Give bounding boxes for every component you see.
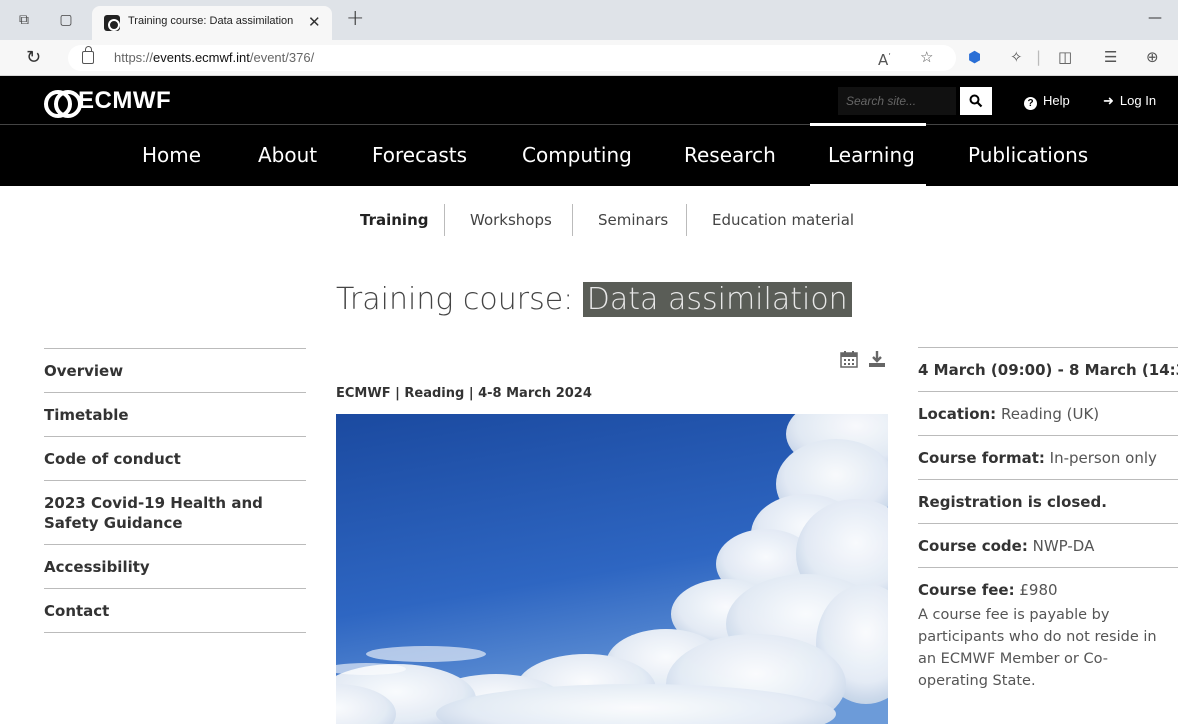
nav-active-indicator-bottom: [810, 184, 926, 187]
tab-title: Training course: Data assimilation: [128, 15, 294, 27]
tab-actions-icon[interactable]: ▢: [58, 12, 74, 28]
sidebar-item-overview[interactable]: Overview: [44, 348, 306, 392]
extensions-icon[interactable]: ✧: [1010, 48, 1023, 66]
favorites-list-icon[interactable]: ☰: [1104, 48, 1117, 66]
course-fee: Course fee: £980: [918, 567, 1178, 604]
subnav-divider: [572, 204, 573, 236]
subnav-item-education-material[interactable]: Education material: [712, 211, 854, 229]
course-format: Course format: In-person only: [918, 435, 1178, 479]
page-title: Training course: Data assimilation: [336, 282, 852, 317]
main-navigation: Home About Forecasts Computing Research …: [0, 123, 1178, 187]
course-code: Course code: NWP-DA: [918, 523, 1178, 567]
logo-text: ECMWF: [78, 87, 172, 114]
toolbar-divider: |: [1036, 48, 1042, 66]
sidebar-item-accessibility[interactable]: Accessibility: [44, 544, 306, 588]
favorite-star-icon[interactable]: ☆: [920, 48, 933, 66]
help-question-icon: ?: [1024, 97, 1037, 110]
browser-address-bar: ↻ https://events.ecmwf.int/event/376/ Aʼ…: [0, 40, 1178, 76]
subnav-item-workshops[interactable]: Workshops: [470, 211, 552, 229]
sidebar-item-contact[interactable]: Contact: [44, 588, 306, 632]
nav-item-forecasts[interactable]: Forecasts: [372, 143, 467, 167]
search-button[interactable]: [960, 87, 992, 115]
login-arrow-icon: ➜: [1103, 93, 1114, 108]
registration-status: Registration is closed.: [918, 479, 1178, 523]
sidebar-item-covid-guidance[interactable]: 2023 Covid-19 Health and Safety Guidance: [44, 480, 306, 544]
course-fee-note: A course fee is payable by participants …: [918, 607, 1157, 689]
collections-icon[interactable]: ⊕: [1146, 48, 1159, 66]
lock-icon[interactable]: [82, 46, 94, 64]
ecmwf-favicon-icon: [104, 15, 120, 31]
login-link[interactable]: ➜ Log In: [1103, 93, 1156, 109]
read-aloud-icon[interactable]: Aʼ: [878, 48, 891, 69]
nav-item-learning[interactable]: Learning: [828, 143, 915, 167]
url-text[interactable]: https://events.ecmwf.int/event/376/: [114, 50, 314, 65]
event-location: Location: Reading (UK): [918, 391, 1178, 435]
hero-image-clouds: [336, 414, 888, 724]
sub-navigation: Training Workshops Seminars Education ma…: [0, 202, 1178, 238]
workspaces-icon[interactable]: ⧉: [16, 12, 32, 28]
nav-item-research[interactable]: Research: [684, 143, 776, 167]
subnav-item-training[interactable]: Training: [360, 211, 428, 229]
ecmwf-logo-mark-icon: [44, 90, 82, 118]
split-screen-icon[interactable]: ◫: [1058, 48, 1072, 66]
subnav-item-seminars[interactable]: Seminars: [598, 211, 668, 229]
minimize-window-icon[interactable]: —: [1148, 10, 1162, 26]
page-title-highlight: Data assimilation: [582, 282, 852, 317]
site-header: ECMWF ?Help ➜Log In: [0, 76, 1178, 124]
nav-active-indicator-top: [810, 123, 926, 126]
nav-item-about[interactable]: About: [258, 143, 317, 167]
close-tab-icon[interactable]: ✕: [308, 13, 321, 31]
event-sidebar-menu: Overview Timetable Code of conduct 2023 …: [44, 348, 306, 633]
sidebar-item-timetable[interactable]: Timetable: [44, 392, 306, 436]
cloud-sky-image: [336, 414, 888, 724]
extension-shield-icon[interactable]: ⬢: [968, 48, 981, 66]
browser-tab-active[interactable]: Training course: Data assimilation ✕: [92, 6, 332, 40]
event-summary: ECMWF | Reading | 4-8 March 2024: [336, 386, 592, 401]
nav-item-computing[interactable]: Computing: [522, 143, 632, 167]
nav-item-home[interactable]: Home: [142, 143, 201, 167]
site-search-input[interactable]: [838, 87, 956, 115]
event-info-panel: 4 March (09:00) - 8 March (14:30) Locati…: [918, 347, 1178, 692]
browser-tab-bar: ⧉ ▢ Training course: Data assimilation ✕…: [0, 0, 1178, 40]
sidebar-item-code-of-conduct[interactable]: Code of conduct: [44, 436, 306, 480]
help-link[interactable]: ? Help: [1024, 93, 1070, 110]
event-dates: 4 March (09:00) - 8 March (14:30): [918, 347, 1178, 391]
url-field[interactable]: https://events.ecmwf.int/event/376/: [68, 45, 956, 71]
subnav-divider: [444, 204, 445, 236]
refresh-icon[interactable]: ↻: [26, 47, 41, 68]
calendar-icon[interactable]: [840, 350, 858, 368]
download-icon[interactable]: [868, 350, 886, 368]
subnav-divider: [686, 204, 687, 236]
sidebar-bottom-divider: [44, 632, 306, 633]
search-icon: [969, 94, 983, 108]
nav-item-publications[interactable]: Publications: [968, 143, 1088, 167]
new-tab-button[interactable]: +: [346, 8, 364, 30]
